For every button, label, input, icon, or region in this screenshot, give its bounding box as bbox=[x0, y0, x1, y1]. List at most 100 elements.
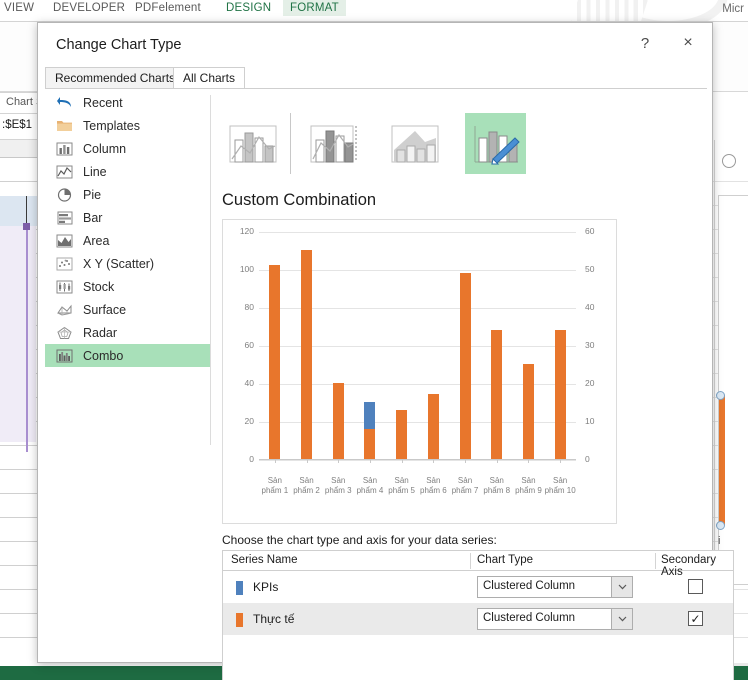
table-row[interactable]: KPIs Clustered Column bbox=[223, 571, 733, 603]
close-icon[interactable]: × bbox=[668, 28, 708, 58]
sidebar-item-area[interactable]: Area bbox=[45, 229, 210, 252]
spreadsheet-cells-selected[interactable] bbox=[0, 226, 36, 442]
pie-icon bbox=[53, 187, 75, 203]
chart-type-dropdown-kpis[interactable]: Clustered Column bbox=[477, 576, 633, 598]
y-axis-tick-secondary: 60 bbox=[585, 226, 609, 236]
custom-combination-thumbnail[interactable] bbox=[465, 113, 526, 174]
radar-icon bbox=[53, 325, 75, 341]
chevron-down-icon[interactable] bbox=[611, 608, 633, 630]
sidebar-item-line[interactable]: Line bbox=[45, 160, 210, 183]
column-headers bbox=[0, 140, 40, 158]
sidebar-item-column[interactable]: Column bbox=[45, 137, 210, 160]
chart-bar-segment-thuc-te bbox=[269, 265, 280, 459]
ribbon-tab-pdfelement[interactable]: PDFelement bbox=[135, 2, 201, 14]
y-axis-tick-secondary: 50 bbox=[585, 264, 609, 274]
combo-icon bbox=[53, 348, 75, 364]
chevron-down-icon[interactable] bbox=[611, 576, 633, 598]
sidebar-item-radar[interactable]: Radar bbox=[45, 321, 210, 344]
sidebar-item-scatter[interactable]: X Y (Scatter) bbox=[45, 252, 210, 275]
ribbon-tab-view[interactable]: VIEW bbox=[4, 2, 34, 14]
series-table: Series Name Chart Type Secondary Axis KP… bbox=[222, 550, 734, 680]
chart-bar-segment-thuc-te bbox=[428, 394, 439, 459]
chart-bar-segment-thuc-te bbox=[491, 330, 502, 459]
sidebar-item-label: Recent bbox=[83, 96, 123, 110]
ribbon-tab-developer[interactable]: DEVELOPER bbox=[53, 2, 125, 14]
selection-handle[interactable] bbox=[23, 223, 30, 230]
dialog-title: Change Chart Type bbox=[56, 37, 181, 53]
chart-type-dropdown-thuc-te[interactable]: Clustered Column bbox=[477, 608, 633, 630]
background-chart-label-1: i bbox=[718, 535, 720, 547]
table-row[interactable]: Thực tế Clustered Column ✓ bbox=[223, 603, 733, 635]
surface-icon bbox=[53, 302, 75, 318]
formula-bar[interactable]: :$E$1 bbox=[0, 114, 40, 140]
change-chart-type-dialog: Change Chart Type ? × Recommended Charts… bbox=[37, 22, 713, 663]
chart-bar-segment-thuc-te bbox=[364, 429, 375, 459]
tab-underline bbox=[45, 88, 707, 89]
chart-resize-handle-bottom[interactable] bbox=[716, 521, 725, 530]
sidebar-item-label: Pie bbox=[83, 188, 101, 202]
sidebar-divider bbox=[210, 95, 211, 445]
stock-icon bbox=[53, 279, 75, 295]
sidebar-item-templates[interactable]: Templates bbox=[45, 114, 210, 137]
header-sep-2 bbox=[655, 553, 656, 569]
chart-preview: 0204060801001200102030405060Sản phẩm 1Sả… bbox=[222, 219, 617, 524]
sidebar-item-label: Column bbox=[83, 142, 126, 156]
excel-ribbon-tabbar: VIEW DEVELOPER PDFelement DESIGN FORMAT … bbox=[0, 0, 748, 22]
x-axis-tick bbox=[528, 460, 529, 463]
area-icon bbox=[53, 233, 75, 249]
sidebar-item-label: X Y (Scatter) bbox=[83, 257, 154, 271]
chart-bar bbox=[460, 273, 471, 459]
thumbnail-separator bbox=[290, 113, 291, 174]
chart-subtype-thumbnails bbox=[222, 113, 526, 174]
secondary-axis-checkbox-thuc-te[interactable]: ✓ bbox=[688, 611, 703, 626]
chart-type-sidebar: Recent Templates Column Line bbox=[45, 91, 210, 631]
sidebar-item-stock[interactable]: Stock bbox=[45, 275, 210, 298]
y-axis-tick-secondary: 30 bbox=[585, 340, 609, 350]
sidebar-item-combo[interactable]: Combo bbox=[45, 344, 210, 367]
app-title: Micr bbox=[722, 3, 744, 15]
series-name-thuc-te: Thực tế bbox=[253, 612, 294, 626]
sidebar-item-label: Bar bbox=[83, 211, 102, 225]
recent-icon bbox=[53, 95, 75, 111]
chart-bar-segment-thuc-te bbox=[333, 383, 344, 459]
name-box[interactable]: Chart S bbox=[0, 92, 40, 114]
x-axis-tick bbox=[275, 460, 276, 463]
y-axis-tick-secondary: 10 bbox=[585, 416, 609, 426]
chart-bar bbox=[491, 330, 502, 459]
tab-all-charts[interactable]: All Charts bbox=[173, 67, 245, 89]
secondary-axis-checkbox-kpis[interactable] bbox=[688, 579, 703, 594]
chart-gridline bbox=[259, 232, 576, 233]
y-axis-tick-secondary: 40 bbox=[585, 302, 609, 312]
y-axis-tick-primary: 60 bbox=[226, 340, 254, 350]
cell-border-dark bbox=[26, 196, 27, 226]
series-table-header: Series Name Chart Type Secondary Axis bbox=[223, 551, 733, 571]
chart-bar bbox=[523, 364, 534, 459]
spreadsheet-cell-highlighted[interactable] bbox=[0, 196, 40, 226]
help-icon[interactable]: ? bbox=[625, 28, 665, 58]
y-axis-tick-primary: 80 bbox=[226, 302, 254, 312]
sidebar-item-bar[interactable]: Bar bbox=[45, 206, 210, 229]
chart-bar-segment-thuc-te bbox=[555, 330, 566, 459]
y-axis-tick-primary: 0 bbox=[226, 454, 254, 464]
sidebar-item-pie[interactable]: Pie bbox=[45, 183, 210, 206]
y-axis-tick-primary: 40 bbox=[226, 378, 254, 388]
sidebar-item-label: Radar bbox=[83, 326, 117, 340]
sidebar-item-recent[interactable]: Recent bbox=[45, 91, 210, 114]
y-axis-tick-primary: 100 bbox=[226, 264, 254, 274]
x-axis-tick bbox=[465, 460, 466, 463]
header-sep-1 bbox=[470, 553, 471, 569]
sidebar-item-label: Line bbox=[83, 165, 107, 179]
x-axis-tick bbox=[338, 460, 339, 463]
sidebar-item-surface[interactable]: Surface bbox=[45, 298, 210, 321]
chart-resize-handle-top[interactable] bbox=[716, 391, 725, 400]
preview-title: Custom Combination bbox=[222, 191, 376, 210]
selection-border bbox=[26, 226, 28, 452]
tab-recommended-charts[interactable]: Recommended Charts bbox=[45, 67, 185, 89]
clustered-column-line-secondary-axis-thumbnail[interactable] bbox=[303, 113, 364, 174]
chart-bar-segment-thuc-te bbox=[523, 364, 534, 459]
ribbon-tab-design[interactable]: DESIGN bbox=[226, 2, 271, 14]
ribbon-tab-format[interactable]: FORMAT bbox=[283, 0, 346, 16]
stacked-area-clustered-column-thumbnail[interactable] bbox=[384, 113, 445, 174]
clustered-column-line-thumbnail[interactable] bbox=[222, 113, 283, 174]
sidebar-item-label: Templates bbox=[83, 119, 140, 133]
